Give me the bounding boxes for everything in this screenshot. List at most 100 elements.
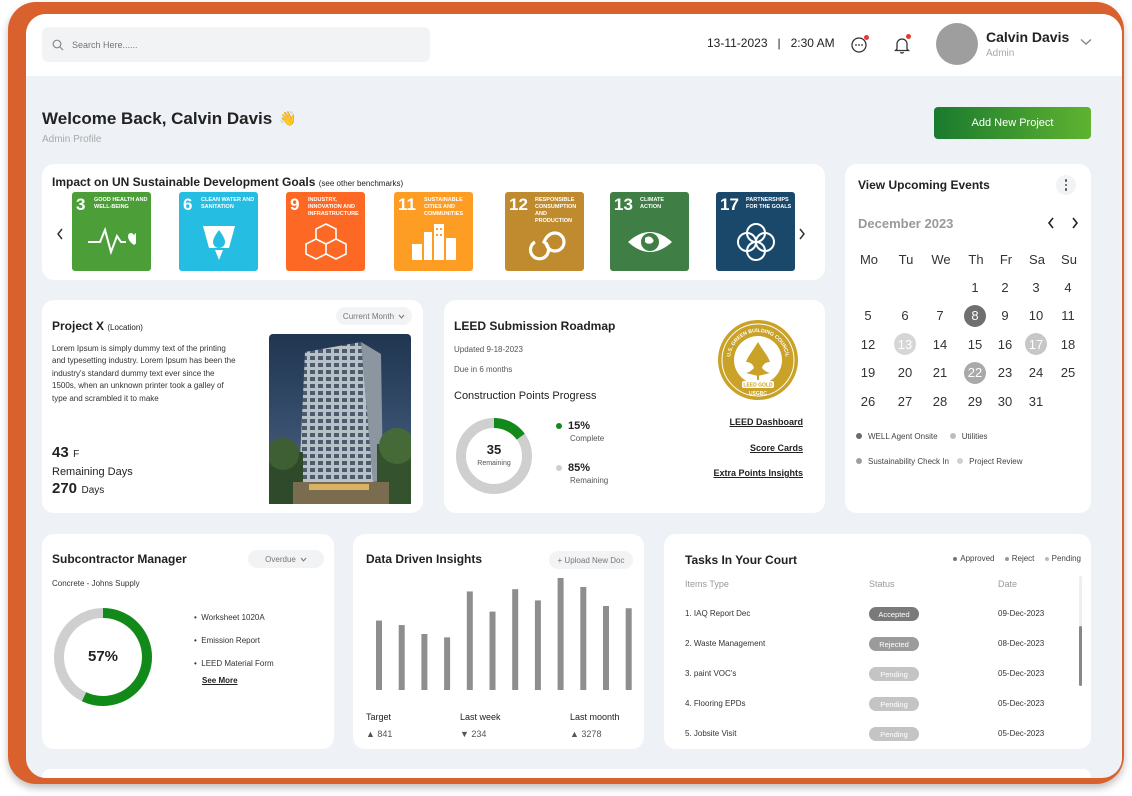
scrollbar-track[interactable] bbox=[1079, 576, 1082, 686]
messages-button[interactable] bbox=[848, 34, 870, 56]
chart-bar[interactable] bbox=[534, 600, 541, 690]
subcontractor-panel: Subcontractor Manager Overdue Concrete -… bbox=[42, 534, 334, 749]
calendar-day[interactable]: 1 bbox=[964, 276, 986, 298]
insights-bar-chart bbox=[376, 578, 632, 690]
calendar-day[interactable]: 31 bbox=[1025, 390, 1047, 412]
sdg-goal-17[interactable]: 17 PARTNERSHIPS FOR THE GOALS bbox=[716, 192, 795, 271]
calendar-day[interactable]: 16 bbox=[994, 333, 1016, 355]
calendar-day[interactable]: 17 bbox=[1025, 333, 1047, 355]
city-icon bbox=[412, 224, 456, 260]
notification-dot bbox=[864, 35, 869, 40]
chart-bar[interactable] bbox=[489, 611, 496, 690]
calendar-day[interactable]: 9 bbox=[994, 305, 1016, 327]
chart-bar[interactable] bbox=[444, 637, 451, 690]
chevron-right-icon[interactable] bbox=[1071, 217, 1079, 229]
calendar-day[interactable]: 8 bbox=[964, 304, 986, 327]
calendar-day[interactable]: 2 bbox=[994, 276, 1016, 298]
chevron-left-icon[interactable] bbox=[56, 228, 64, 240]
calendar-day[interactable]: 24 bbox=[1025, 362, 1047, 384]
add-project-button[interactable]: Add New Project bbox=[934, 107, 1091, 139]
heartbeat-icon bbox=[88, 226, 136, 256]
calendar-day[interactable]: 20 bbox=[894, 362, 916, 384]
score-cards-link[interactable]: Score Cards bbox=[713, 443, 803, 453]
more-options-button[interactable] bbox=[1056, 175, 1076, 195]
list-item[interactable]: • Worksheet 1020A bbox=[194, 606, 274, 629]
floors-value: 43 bbox=[52, 444, 69, 461]
calendar-day[interactable]: 10 bbox=[1025, 305, 1047, 327]
dashboard-screen: 13-11-2023 | 2:30 AM Calvin Davis Admin … bbox=[26, 14, 1122, 778]
legend-dot bbox=[556, 465, 562, 471]
calendar-day[interactable]: 23 bbox=[994, 362, 1016, 384]
search-input[interactable] bbox=[72, 39, 372, 50]
chart-bar[interactable] bbox=[512, 589, 519, 690]
avatar[interactable] bbox=[936, 23, 978, 65]
chart-bar[interactable] bbox=[466, 591, 473, 690]
see-more-link[interactable]: See More bbox=[202, 676, 238, 685]
calendar-day[interactable]: 11 bbox=[1057, 305, 1079, 327]
calendar-day[interactable]: 5 bbox=[857, 305, 879, 327]
sdg-goal-9[interactable]: 9 INDUSTRY, INNOVATION AND INFRASTRUCTURE bbox=[286, 192, 365, 271]
chart-bar[interactable] bbox=[398, 625, 405, 690]
sdg-goal-6[interactable]: 6 CLEAN WATER AND SANITATION bbox=[179, 192, 258, 271]
calendar-day[interactable]: 28 bbox=[929, 390, 951, 412]
task-item[interactable]: 2. Waste Management bbox=[685, 639, 765, 648]
task-item[interactable]: 4. Flooring EPDs bbox=[685, 699, 745, 708]
list-item[interactable]: • Emission Report bbox=[194, 629, 274, 652]
user-role: Admin bbox=[986, 48, 1015, 59]
sdg-number: 9 bbox=[290, 195, 300, 214]
calendar-day[interactable]: 6 bbox=[894, 305, 916, 327]
sdg-goal-3[interactable]: 3 GOOD HEALTH AND WELL-BEING bbox=[72, 192, 151, 271]
legend-dot bbox=[953, 557, 958, 561]
sdg-benchmarks-link[interactable]: (see other benchmarks) bbox=[319, 179, 403, 188]
calendar-day[interactable]: 21 bbox=[929, 362, 951, 384]
chevron-down-icon[interactable] bbox=[1080, 38, 1092, 46]
sdg-number: 17 bbox=[720, 195, 739, 214]
calendar-day[interactable]: 15 bbox=[964, 333, 986, 355]
chevron-right-icon[interactable] bbox=[798, 228, 806, 240]
calendar-day[interactable]: 25 bbox=[1057, 362, 1079, 384]
task-item[interactable]: 1. IAQ Report Dec bbox=[685, 609, 750, 618]
sdg-goal-11[interactable]: 11 SUSTAINABLE CITIES AND COMMUNITIES bbox=[394, 192, 473, 271]
scrollbar-thumb[interactable] bbox=[1079, 626, 1082, 686]
calendar-day[interactable]: 4 bbox=[1057, 276, 1079, 298]
notifications-button[interactable] bbox=[891, 34, 913, 56]
chart-bar[interactable] bbox=[376, 620, 382, 690]
calendar-legend-row-1: WELL Agent Onsite Utilities bbox=[856, 432, 988, 441]
period-select[interactable]: Current Month bbox=[336, 307, 412, 325]
project-title-wrap: Project X (Location) bbox=[52, 319, 143, 333]
extra-points-link[interactable]: Extra Points Insights bbox=[713, 468, 803, 478]
chart-bar[interactable] bbox=[603, 606, 609, 690]
chart-bar[interactable] bbox=[625, 608, 632, 690]
task-item[interactable]: 3. paint VOC's bbox=[685, 669, 736, 678]
calendar-day[interactable]: 12 bbox=[857, 333, 879, 355]
calendar-day[interactable]: 30 bbox=[994, 390, 1016, 412]
chart-bar[interactable] bbox=[580, 586, 587, 690]
calendar-day[interactable]: 14 bbox=[929, 333, 951, 355]
calendar-day[interactable]: 19 bbox=[857, 362, 879, 384]
weekday-label: Sa bbox=[1029, 251, 1045, 267]
sdg-goal-13[interactable]: 13 CLIMATE ACTION bbox=[610, 192, 689, 271]
calendar-day[interactable]: 26 bbox=[857, 390, 879, 412]
insights-title: Data Driven Insights bbox=[366, 552, 483, 566]
chart-bar[interactable] bbox=[421, 634, 428, 690]
list-item[interactable]: • LEED Material Form bbox=[194, 652, 274, 675]
chevron-left-icon[interactable] bbox=[1047, 217, 1055, 229]
weekday-label: Th bbox=[968, 251, 984, 267]
stat-number: 841 bbox=[377, 729, 393, 739]
calendar-day[interactable]: 29 bbox=[964, 390, 986, 412]
search-box[interactable] bbox=[42, 27, 430, 62]
status-filter[interactable]: Overdue bbox=[248, 550, 324, 568]
list-item-label: Worksheet 1020A bbox=[201, 613, 265, 622]
leed-dashboard-link[interactable]: LEED Dashboard bbox=[713, 417, 803, 427]
calendar-day[interactable]: 13 bbox=[894, 333, 916, 355]
calendar-day[interactable]: 18 bbox=[1057, 333, 1079, 355]
chart-bar[interactable] bbox=[557, 578, 564, 690]
triangle-up-icon: ▲ bbox=[570, 729, 582, 739]
task-item[interactable]: 5. Jobsite Visit bbox=[685, 729, 736, 738]
sdg-goal-12[interactable]: 12 RESPONSIBLE CONSUMPTION AND PRODUCTION bbox=[505, 192, 584, 271]
calendar-day[interactable]: 22 bbox=[964, 361, 986, 384]
upload-doc-button[interactable]: + Upload New Doc bbox=[549, 551, 633, 569]
calendar-day[interactable]: 27 bbox=[894, 390, 916, 412]
calendar-day[interactable]: 3 bbox=[1025, 276, 1047, 298]
calendar-day[interactable]: 7 bbox=[929, 305, 951, 327]
